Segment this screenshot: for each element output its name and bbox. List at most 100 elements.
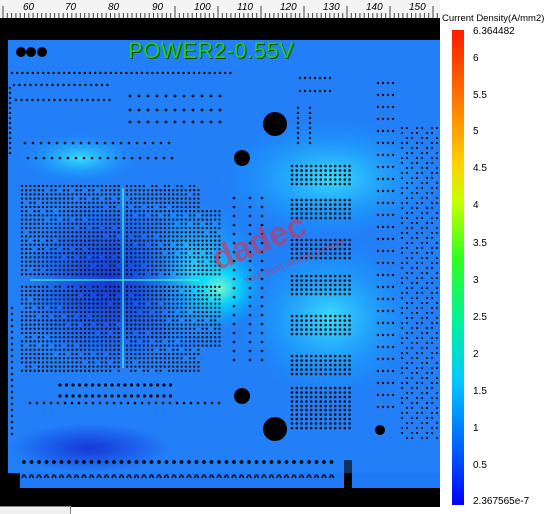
bga-via	[167, 226, 171, 230]
bga-via	[20, 285, 24, 288]
bga-via	[134, 235, 137, 238]
bga-via	[155, 331, 158, 335]
capacitor-via	[410, 236, 414, 240]
bga-via	[96, 235, 99, 238]
bga-via	[176, 344, 179, 347]
bga-via	[83, 294, 87, 297]
bga-via	[151, 361, 154, 364]
bga-via	[151, 252, 154, 255]
capacitor-via	[333, 395, 337, 399]
bga-via	[100, 218, 103, 221]
capacitor-via	[415, 416, 419, 420]
capacitor-via	[295, 182, 299, 186]
via-hole	[26, 71, 29, 75]
bga-via	[146, 205, 150, 209]
capacitor-via	[405, 171, 409, 175]
capacitor-via	[376, 189, 380, 193]
bga-via	[159, 239, 162, 242]
bga-via	[176, 306, 179, 309]
capacitor-via	[295, 274, 299, 278]
bga-via	[167, 218, 171, 221]
current-density-viewport[interactable]: POWER2-0.55V dadec Your best design part…	[0, 18, 440, 507]
bga-via	[41, 256, 45, 259]
bga-via	[125, 252, 129, 255]
capacitor-via	[435, 276, 439, 280]
via-hole	[248, 349, 252, 353]
bga-via	[138, 285, 141, 288]
bga-via	[218, 222, 221, 225]
capacitor-via	[400, 156, 404, 160]
bga-via	[188, 260, 192, 263]
bga-via	[67, 365, 70, 368]
bga-via	[96, 336, 99, 339]
capacitor-via	[333, 391, 337, 394]
bga-via	[104, 285, 108, 288]
bga-via	[71, 210, 74, 213]
bga-via	[193, 205, 196, 209]
capacitor-via	[319, 404, 323, 408]
capacitor-via	[343, 332, 347, 336]
capacitor-via	[405, 336, 409, 340]
bga-via	[104, 197, 108, 200]
capacitor-via	[425, 271, 429, 275]
bga-via	[104, 369, 108, 372]
bga-via	[75, 273, 78, 276]
capacitor-via	[435, 436, 439, 440]
bga-via	[146, 315, 150, 318]
bga-via	[205, 264, 208, 267]
capacitor-via	[410, 221, 414, 225]
capacitor-via	[300, 404, 303, 408]
bga-via	[67, 361, 70, 364]
via-hole	[110, 383, 114, 387]
bga-via	[125, 239, 129, 242]
capacitor-via	[319, 413, 323, 416]
bga-via	[83, 344, 87, 347]
capacitor-via	[410, 436, 414, 440]
bga-via	[50, 294, 53, 297]
bga-via	[46, 348, 49, 351]
bga-via	[214, 331, 217, 335]
bga-via	[50, 247, 53, 251]
bga-via	[163, 289, 166, 293]
bga-via	[176, 189, 179, 192]
capacitor-via	[309, 332, 313, 336]
bga-via	[33, 222, 36, 225]
bga-via	[134, 344, 137, 347]
via-hole	[90, 383, 95, 387]
bga-via	[151, 315, 154, 318]
capacitor-via	[300, 164, 303, 168]
bga-via	[134, 323, 137, 326]
capacitor-via	[391, 105, 395, 109]
bga-via	[20, 231, 24, 234]
bga-via	[188, 285, 192, 288]
via-hole	[209, 120, 213, 124]
via-hole	[161, 71, 164, 75]
capacitor-via	[329, 395, 332, 399]
bga-via	[193, 239, 196, 242]
bga-via	[62, 226, 66, 230]
bga-via	[96, 260, 99, 263]
via-hole	[162, 394, 166, 398]
bga-via	[83, 357, 87, 360]
bga-via	[96, 239, 99, 242]
bga-via	[50, 357, 53, 360]
via-hole	[168, 401, 172, 405]
bga-via	[79, 252, 82, 255]
bga-via	[188, 264, 192, 267]
bga-via	[209, 340, 213, 343]
via-hole	[56, 83, 60, 87]
capacitor-via	[400, 321, 404, 325]
bga-via	[138, 273, 141, 276]
bga-via	[214, 302, 217, 305]
capacitor-via	[405, 366, 409, 370]
capacitor-via	[309, 363, 313, 367]
bga-via	[117, 357, 120, 360]
bga-via	[134, 289, 137, 293]
bga-via	[205, 315, 208, 318]
bga-via	[37, 210, 40, 213]
legend-min-label: 2.367565e-7	[473, 496, 530, 507]
bga-via	[100, 205, 103, 209]
bga-via	[20, 268, 24, 272]
capacitor-via	[333, 207, 337, 211]
bga-via	[104, 336, 108, 339]
